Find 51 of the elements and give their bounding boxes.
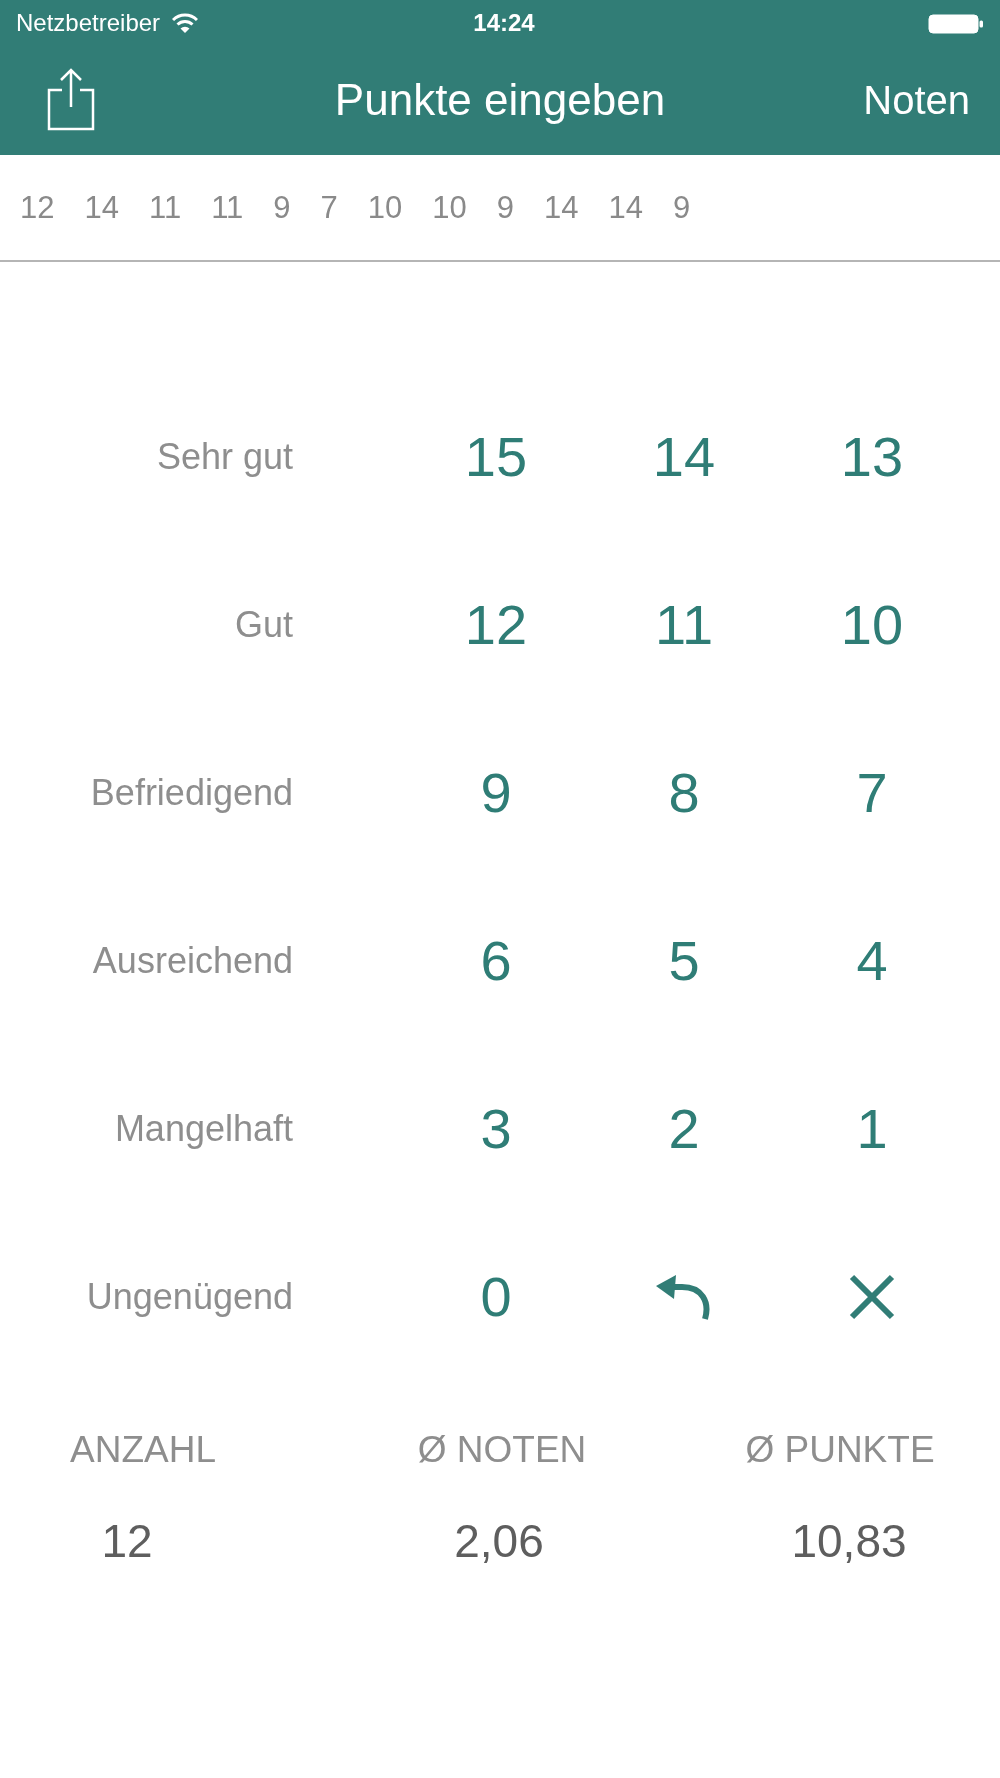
battery-icon — [928, 14, 984, 34]
points-key[interactable]: 15 — [464, 429, 528, 485]
grade-label: Ausreichend — [92, 943, 293, 979]
points-key[interactable]: 4 — [856, 933, 888, 989]
close-icon — [849, 1274, 895, 1320]
points-key[interactable]: 3 — [480, 1101, 512, 1157]
grade-label: Ungenügend — [86, 1279, 293, 1315]
entered-point: 11 — [211, 192, 244, 223]
stat-value: 10,83 — [791, 1518, 907, 1564]
share-icon — [46, 67, 96, 131]
points-key[interactable]: 1 — [856, 1101, 888, 1157]
entered-point: 14 — [84, 192, 119, 223]
stat-label: Ø PUNKTE — [745, 1431, 935, 1468]
status-time: 14:24 — [472, 10, 536, 35]
points-key[interactable]: 8 — [668, 765, 700, 821]
points-key[interactable]: 10 — [840, 597, 904, 653]
grade-label: Gut — [234, 607, 293, 643]
undo-button[interactable] — [656, 1274, 712, 1320]
points-key[interactable]: 11 — [654, 597, 714, 653]
stat-value: 12 — [101, 1518, 153, 1564]
undo-icon — [656, 1274, 712, 1320]
points-key[interactable]: 6 — [480, 933, 512, 989]
entered-point: 14 — [544, 192, 579, 223]
points-key[interactable]: 12 — [464, 597, 528, 653]
points-key[interactable]: 5 — [668, 933, 700, 989]
entered-point: 14 — [608, 192, 644, 223]
grade-label: Befriedigend — [90, 775, 293, 811]
stat-label: Ø NOTEN — [417, 1431, 587, 1468]
entered-point: 7 — [320, 192, 338, 223]
points-key[interactable]: 2 — [668, 1101, 700, 1157]
entered-point: 12 — [20, 192, 55, 223]
stat-label: ANZAHL — [70, 1431, 216, 1468]
entered-point: 9 — [496, 192, 515, 223]
points-key[interactable]: 9 — [480, 765, 512, 821]
entered-point: 9 — [673, 192, 691, 223]
grades-button[interactable]: Noten — [863, 80, 970, 120]
points-key[interactable]: 0 — [480, 1269, 512, 1325]
carrier-name: Netzbetreiber — [16, 10, 161, 35]
stat-value: 2,06 — [454, 1518, 544, 1564]
wifi-icon — [172, 12, 199, 33]
points-key[interactable]: 7 — [856, 765, 888, 821]
grade-label: Sehr gut — [156, 439, 293, 475]
entered-point: 10 — [432, 192, 467, 223]
screen-title: Punkte eingeben — [333, 78, 667, 122]
entered-point: 11 — [148, 192, 182, 223]
points-key[interactable]: 13 — [840, 429, 904, 485]
points-key[interactable]: 14 — [652, 429, 716, 485]
grade-label: Mangelhaft — [114, 1111, 293, 1147]
entered-point: 9 — [273, 192, 291, 223]
clear-button[interactable] — [849, 1274, 895, 1320]
entered-point: 10 — [367, 192, 403, 223]
